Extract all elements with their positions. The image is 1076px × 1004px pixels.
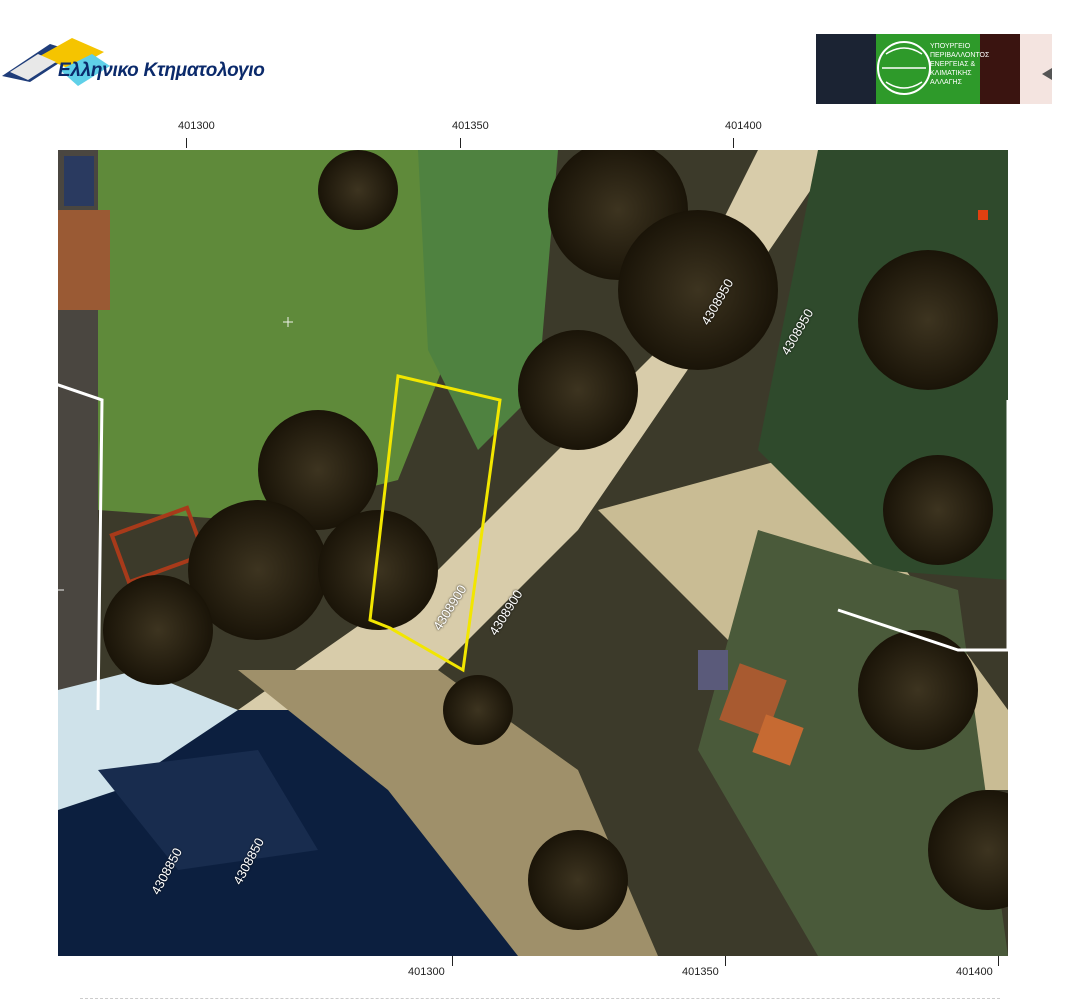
top-axis-label-2: 401350	[452, 120, 489, 132]
bottom-axis-tick-3	[998, 956, 999, 966]
orthophoto-map[interactable]: 4308950 4308950 4308900 4308900 4308850 …	[58, 150, 1008, 956]
bottom-axis-label-3: 401400	[956, 966, 993, 978]
bottom-axis-tick-2	[725, 956, 726, 966]
bottom-axis-tick-1	[452, 956, 453, 966]
bottom-axis-label-1: 401300	[408, 966, 445, 978]
footer-divider	[80, 998, 1000, 1000]
top-axis-label-1: 401300	[178, 120, 215, 132]
ministry-text: ΥΠΟΥΡΓΕΙΟ ΠΕΡΙΒΑΛΛΟΝΤΟΣ ΕΝΕΡΓΕΙΑΣ & ΚΛΙΜ…	[930, 43, 990, 86]
top-axis-tick-1	[186, 138, 187, 148]
bottom-axis-label-2: 401350	[682, 966, 719, 978]
top-axis-tick-3	[733, 138, 734, 148]
page-header: Ελληνικο Κτηματολογιο ΥΠΟΥΡΓΕΙΟ ΠΕΡΙΒΑΛΛ…	[0, 0, 1076, 110]
top-axis-label-3: 401400	[725, 120, 762, 132]
map-canvas	[58, 150, 1008, 956]
cadastre-logo-text: Ελληνικο Κτηματολογιο	[58, 60, 265, 81]
top-axis-tick-2	[460, 138, 461, 148]
